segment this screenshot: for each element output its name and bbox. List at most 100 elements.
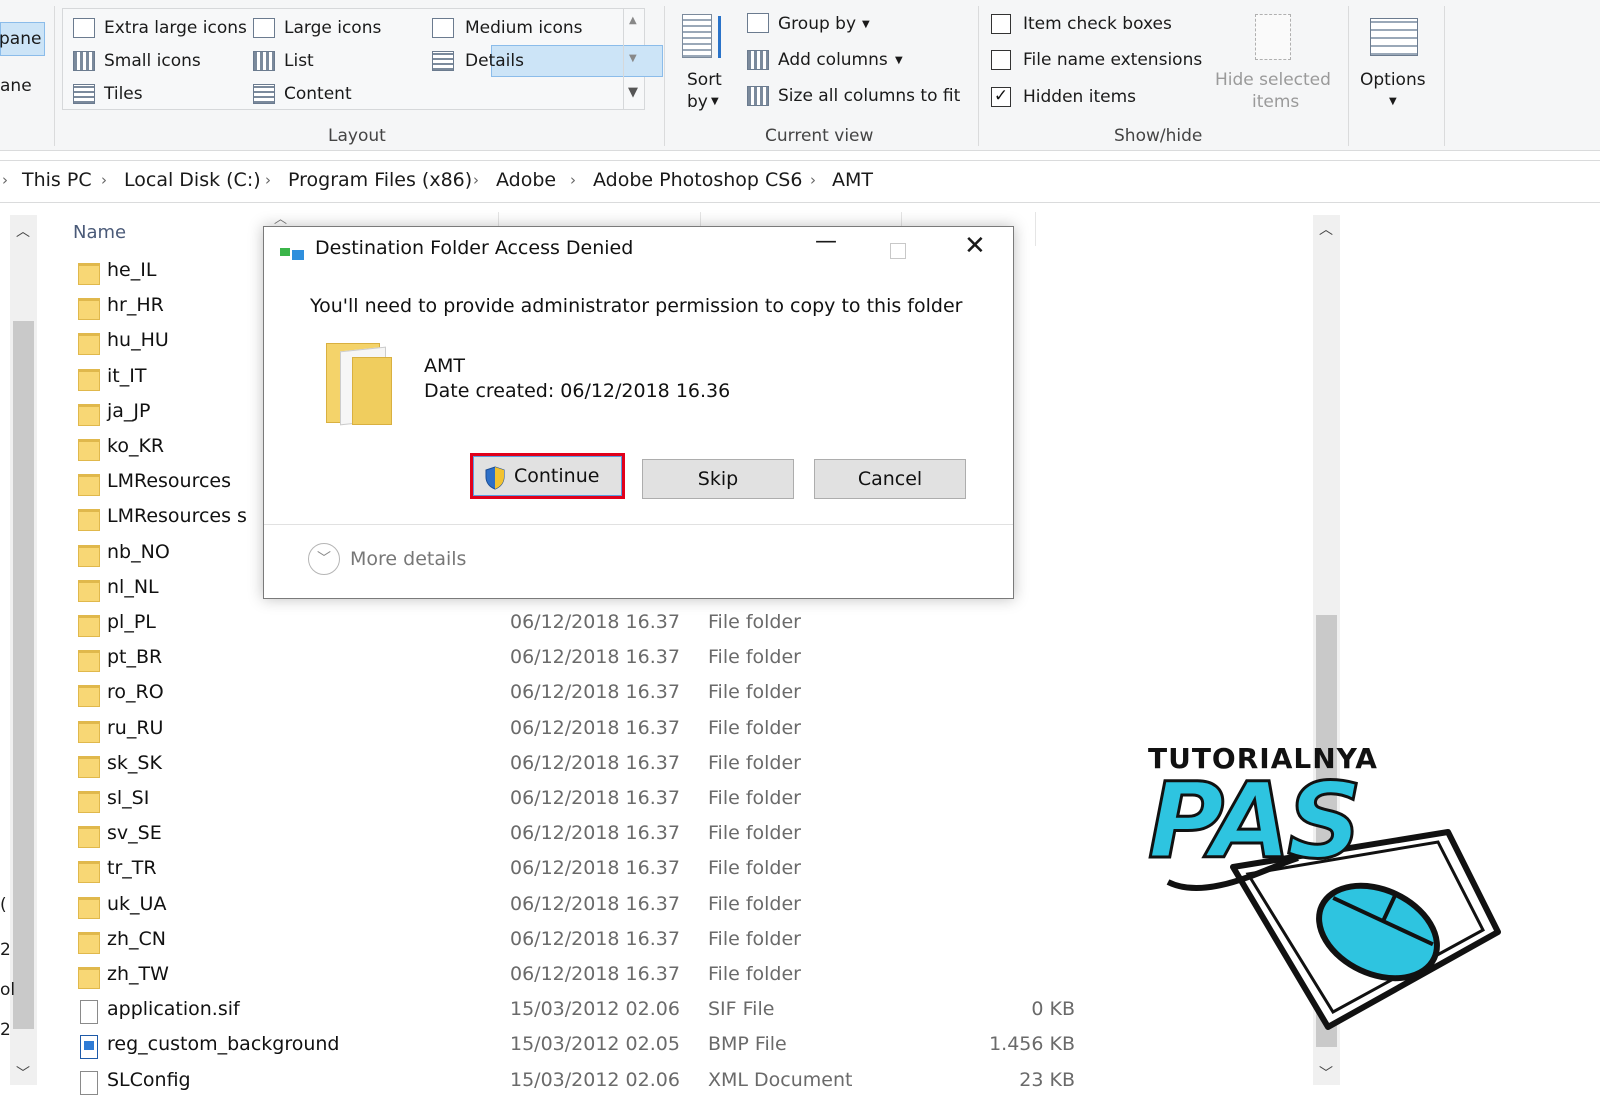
- add-columns-dropdown-icon[interactable]: ▼: [895, 55, 903, 66]
- options-button[interactable]: Options: [1360, 70, 1426, 90]
- extra-large-icons-option[interactable]: Extra large icons: [104, 18, 247, 38]
- item-date-created: Date created: 06/12/2018 16.36: [424, 380, 731, 402]
- sort-by-icon: [680, 12, 726, 62]
- file-name: pt_BR: [107, 646, 163, 669]
- large-icons-option[interactable]: Large icons: [284, 18, 381, 38]
- hide-selected-button-line2[interactable]: items: [1252, 92, 1299, 112]
- file-row[interactable]: zh_CN 06/12/2018 16.37 File folder: [75, 926, 1075, 960]
- file-name: he_IL: [107, 259, 157, 281]
- item-check-boxes-checkbox[interactable]: [991, 14, 1011, 34]
- file-date-modified: 06/12/2018 16.37: [510, 681, 680, 704]
- file-row[interactable]: zh_TW 06/12/2018 16.37 File folder: [75, 961, 1075, 995]
- file-name-extensions-checkbox[interactable]: [991, 50, 1011, 70]
- continue-label: Continue: [514, 465, 600, 487]
- file-row[interactable]: sv_SE 06/12/2018 16.37 File folder: [75, 820, 1075, 854]
- file-name: zh_TW: [107, 963, 169, 985]
- hidden-items-checkbox[interactable]: ✓: [991, 87, 1011, 107]
- chevron-up-icon[interactable]: ▲: [629, 15, 637, 26]
- chevron-right-icon[interactable]: ›: [570, 171, 576, 189]
- file-row[interactable]: SLConfig 15/03/2012 02.06 XML Document 23 K…: [75, 1067, 1075, 1101]
- hide-selected-button[interactable]: Hide selected: [1215, 70, 1331, 90]
- breadcrumb-adobe[interactable]: Adobe: [496, 169, 556, 191]
- scrollbar-thumb[interactable]: [13, 321, 34, 1029]
- chevron-up-icon[interactable]: ︿: [1319, 219, 1333, 239]
- hidden-items-label[interactable]: Hidden items: [1023, 87, 1136, 107]
- file-icon: [80, 1000, 98, 1025]
- breadcrumb-amt[interactable]: AMT: [832, 169, 873, 191]
- chevron-down-icon[interactable]: ﹀: [16, 1063, 30, 1083]
- navigation-pane-button[interactable]: pane: [0, 22, 45, 56]
- cancel-button[interactable]: Cancel: [814, 459, 966, 499]
- continue-button[interactable]: Continue: [473, 456, 622, 496]
- breadcrumb-program-files[interactable]: Program Files (x86): [288, 169, 472, 191]
- details-icon: [432, 51, 454, 71]
- folder-icon: [78, 931, 100, 954]
- chevron-right-icon[interactable]: ›: [473, 171, 479, 189]
- chevron-down-icon[interactable]: ﹀: [1319, 1063, 1333, 1083]
- folder-icon: [78, 615, 100, 637]
- file-name: ro_RO: [107, 681, 164, 704]
- file-type: File folder: [708, 927, 801, 950]
- group-by-button[interactable]: Group by: [778, 14, 856, 34]
- small-icons-option[interactable]: Small icons: [104, 51, 201, 71]
- options-icon: [1370, 18, 1418, 56]
- address-bar[interactable]: › This PC › Local Disk (C:) › Program Fi…: [0, 160, 1600, 203]
- file-type: File folder: [708, 822, 801, 845]
- file-type: File folder: [708, 787, 801, 809]
- breadcrumb-this-pc[interactable]: This PC: [22, 169, 92, 191]
- chevron-down-icon[interactable]: ▼: [629, 53, 637, 64]
- add-columns-icon: [747, 50, 769, 70]
- file-row[interactable]: uk_UA 06/12/2018 16.37 File folder: [75, 891, 1075, 925]
- column-header-name[interactable]: Name: [73, 222, 126, 243]
- expand-chevron-icon[interactable]: ﹀: [308, 543, 340, 575]
- size-all-columns-button[interactable]: Size all columns to fit: [778, 86, 960, 106]
- folder-icon: [78, 967, 100, 989]
- file-name: ja_JP: [107, 399, 151, 422]
- file-row[interactable]: ru_RU 06/12/2018 16.37 File folder: [75, 715, 1075, 749]
- medium-icons-option[interactable]: Medium icons: [465, 18, 582, 38]
- list-option[interactable]: List: [284, 51, 314, 71]
- tiles-option[interactable]: Tiles: [104, 84, 143, 104]
- gallery-expand-icon[interactable]: ▼: [628, 85, 638, 100]
- navigation-pane-scrollbar[interactable]: ︿ ﹀: [10, 215, 37, 1085]
- breadcrumb-local-disk[interactable]: Local Disk (C:): [124, 169, 261, 191]
- item-check-boxes-label[interactable]: Item check boxes: [1023, 14, 1172, 34]
- file-row[interactable]: pt_BR 06/12/2018 16.37 File folder: [75, 644, 1075, 678]
- add-columns-button[interactable]: Add columns: [778, 50, 888, 70]
- nav-clip-text: ol: [0, 980, 16, 1000]
- close-icon[interactable]: ✕: [964, 231, 986, 261]
- options-dropdown-icon[interactable]: ▼: [1389, 96, 1397, 107]
- file-row[interactable]: reg_custom_background 15/03/2012 02.05 BMP…: [75, 1031, 1075, 1065]
- access-denied-dialog: Destination Folder Access Denied — ✕ You…: [263, 226, 1014, 599]
- content-option[interactable]: Content: [284, 84, 352, 104]
- chevron-right-icon[interactable]: ›: [101, 171, 107, 189]
- chevron-right-icon[interactable]: ›: [265, 171, 271, 189]
- skip-button[interactable]: Skip: [642, 459, 794, 499]
- details-option[interactable]: Details: [465, 51, 524, 71]
- file-row[interactable]: application.sif 15/03/2012 02.06 SIF File 0…: [75, 996, 1075, 1030]
- chevron-up-icon[interactable]: ︿: [16, 221, 30, 241]
- sort-dropdown-icon[interactable]: ▼: [711, 96, 719, 107]
- sort-by-button[interactable]: Sort: [687, 70, 722, 90]
- file-row[interactable]: tr_TR 06/12/2018 16.37 File folder: [75, 855, 1075, 889]
- more-details-link[interactable]: More details: [350, 548, 466, 570]
- file-row[interactable]: ro_RO 06/12/2018 16.37 File folder: [75, 679, 1075, 713]
- chevron-right-icon[interactable]: ›: [810, 171, 816, 189]
- gallery-scroll[interactable]: ▲ ▼ ▼: [623, 9, 645, 109]
- file-type: File folder: [708, 681, 801, 704]
- file-date-modified: 06/12/2018 16.37: [510, 822, 680, 845]
- group-by-dropdown-icon[interactable]: ▼: [862, 19, 870, 30]
- file-name: nb_NO: [107, 540, 170, 563]
- current-view-group-label: Current view: [765, 126, 874, 146]
- file-row[interactable]: sl_SI 06/12/2018 16.37 File folder: [75, 785, 1075, 819]
- sort-by-button-line2[interactable]: by: [687, 92, 708, 112]
- show-hide-group-label: Show/hide: [1114, 126, 1203, 146]
- file-name-extensions-label[interactable]: File name extensions: [1023, 50, 1202, 70]
- breadcrumb-photoshop[interactable]: Adobe Photoshop CS6: [593, 169, 802, 191]
- minimize-icon[interactable]: —: [815, 229, 837, 254]
- file-date-modified: 15/03/2012 02.05: [510, 1033, 680, 1056]
- file-row[interactable]: sk_SK 06/12/2018 16.37 File folder: [75, 750, 1075, 784]
- preview-pane-label[interactable]: ane: [0, 76, 32, 96]
- file-row[interactable]: pl_PL 06/12/2018 16.37 File folder: [75, 609, 1075, 643]
- folder-icon: [78, 403, 100, 426]
